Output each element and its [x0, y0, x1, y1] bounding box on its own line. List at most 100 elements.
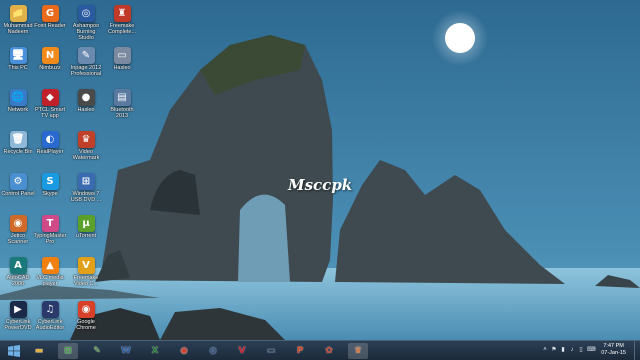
powerdvd-icon: ▶ — [9, 301, 27, 318]
powerpoint-icon[interactable]: P — [290, 343, 310, 359]
keyboard-icon[interactable]: ⌨ — [587, 347, 596, 354]
hasleo2-icon: ▭ — [113, 47, 131, 64]
chevron-up-icon[interactable]: ˄ — [542, 347, 548, 354]
desktop-shortcut-label: Video Watermark — [72, 149, 100, 161]
desktop-shortcut-label: Ashampoo Burning Studio — [72, 23, 100, 41]
desktop-shortcut[interactable]: µ uTorrent — [68, 212, 104, 254]
desktop-shortcut-label: CyberLink PowerDVD — [4, 319, 32, 331]
chrome-icon[interactable]: ◉ — [174, 343, 194, 359]
speaker-icon[interactable]: ♪ — [569, 347, 575, 354]
desktop-shortcut-label: Control Panel — [1, 191, 35, 197]
desktop-shortcut[interactable]: ◎ Ashampoo Burning Studio — [68, 2, 104, 44]
desktop-shortcut-label: Nimbuzz — [39, 65, 61, 71]
skype-icon: S — [41, 173, 59, 190]
desktop-shortcut-label: TypingMaster Pro — [33, 233, 67, 245]
chrome-icon: ◉ — [77, 301, 95, 318]
desktop-shortcut[interactable]: ◉ Google Chrome — [68, 298, 104, 340]
desktop-shortcut[interactable]: ▭ Hasleo — [104, 44, 140, 86]
network-tray-icon[interactable]: ▮ — [560, 347, 566, 354]
windows-usb-icon: ⊞ — [77, 173, 95, 190]
desktop-shortcut[interactable]: ▤ Bluetooth 2013 — [104, 86, 140, 128]
desktop-shortcut[interactable]: 📁 Muhammad Nadeem — [0, 2, 36, 44]
desktop-shortcut[interactable]: ♫ CyberLink AudioEditor — [32, 298, 68, 340]
computer-icon: 🖥 — [9, 47, 27, 64]
desktop-shortcut[interactable]: ⚙ Control Panel — [0, 170, 36, 212]
vlc-icon: ▲ — [41, 257, 59, 274]
freemake-icon: V — [77, 257, 95, 274]
desktop-shortcut[interactable]: 🌐 Network — [0, 86, 36, 128]
desktop-shortcut[interactable]: T TypingMaster Pro — [32, 212, 68, 254]
realplayer-icon: ◐ — [41, 131, 59, 148]
desktop-shortcut-label: This PC — [8, 65, 28, 71]
desktop-shortcut-label: Skype — [42, 191, 58, 197]
burning-studio-icon[interactable]: ◎ — [203, 343, 223, 359]
windows-store-icon[interactable]: ⊞ — [58, 343, 78, 359]
desktop-shortcut[interactable]: G Foxit Reader — [32, 2, 68, 44]
desktop-shortcut-label: Muhammad Nadeem — [3, 23, 33, 35]
show-desktop-button[interactable] — [634, 341, 640, 360]
desktop-shortcut-label: Network — [7, 107, 29, 113]
desktop-shortcut-label: Freemake Video C... — [73, 275, 99, 287]
desktop-shortcut[interactable]: S Skype — [32, 170, 68, 212]
clock[interactable]: 7:47 PM 07-Jan-15 — [601, 343, 626, 357]
desktop-shortcut-label: AutoCAD 2006 — [6, 275, 30, 287]
desktop-shortcut[interactable]: A AutoCAD 2006 — [0, 254, 36, 296]
desktop-shortcut-label: Freemake Complete... — [107, 23, 137, 35]
start-button[interactable] — [4, 343, 24, 359]
recycle-bin-icon: 🗑 — [9, 131, 27, 148]
watermark-text: Msccpk — [288, 176, 353, 194]
video-converter-icon[interactable]: V — [232, 343, 252, 359]
control-panel-icon: ⚙ — [9, 173, 27, 190]
desktop-shortcut[interactable]: ◉ Jetico Scanner — [0, 212, 36, 254]
desktop-shortcut[interactable]: ▶ CyberLink PowerDVD — [0, 298, 36, 340]
paint-icon[interactable]: ✿ — [319, 343, 339, 359]
hasleo-icon: ● — [77, 89, 95, 106]
burning-studio-icon: ◎ — [77, 5, 95, 22]
notepad-icon[interactable]: ✎ — [87, 343, 107, 359]
desktop-shortcut-label: Jetico Scanner — [7, 233, 29, 245]
desktop-shortcut-label: uTorrent — [75, 233, 97, 239]
system-tray: ˄ ⚑ ▮ ♪ ▯ ⌨ 7:47 PM 07-Jan-15 — [540, 341, 640, 360]
desktop-shortcut[interactable]: N Nimbuzz — [32, 44, 68, 86]
desktop-shortcut[interactable]: ♛ Video Watermark — [68, 128, 104, 170]
nimbuzz-icon: N — [41, 47, 59, 64]
desktop-shortcut-label: Google Chrome — [76, 319, 96, 331]
clock-time: 7:47 PM — [603, 343, 624, 349]
clock-date: 07-Jan-15 — [601, 350, 626, 356]
word-icon[interactable]: W — [116, 343, 136, 359]
desktop-shortcut[interactable]: 🖥 This PC — [0, 44, 36, 86]
desktop-shortcut-label: Recycle Bin — [3, 149, 33, 155]
typingmaster-icon: T — [41, 215, 59, 232]
desktop-shortcut[interactable]: ◐ RealPlayer — [32, 128, 68, 170]
battery-icon[interactable]: ▯ — [578, 347, 584, 354]
screen-recorder-icon[interactable]: ▭ — [261, 343, 281, 359]
windows-logo-icon — [8, 345, 20, 357]
desktop-shortcut[interactable]: ● Hasleo — [68, 86, 104, 128]
video-watermark-icon: ♛ — [77, 131, 95, 148]
desktop-shortcut[interactable]: V Freemake Video C... — [68, 254, 104, 296]
foxit-reader-icon: G — [41, 5, 59, 22]
file-explorer-icon[interactable]: ▬ — [29, 343, 49, 359]
desktop-shortcut-label: Inpage 2012 Professional — [70, 65, 102, 77]
desktop-shortcut[interactable]: ✎ Inpage 2012 Professional — [68, 44, 104, 86]
audio-editor-icon: ♫ — [41, 301, 59, 318]
desktop-shortcut-label: VLC media player — [36, 275, 64, 287]
flag-icon[interactable]: ⚑ — [551, 347, 557, 354]
desktop[interactable]: 📁 Muhammad Nadeem 🖥 This PC 🌐 Network 🗑 Recycle… — [0, 0, 640, 340]
desktop-shortcut[interactable]: ♜ Freemake Complete... — [104, 2, 140, 44]
scanner-icon: ◉ — [9, 215, 27, 232]
bluetooth-icon: ▤ — [113, 89, 131, 106]
video-watermark-icon[interactable]: ♛ — [348, 343, 368, 359]
desktop-shortcut[interactable]: 🗑 Recycle Bin — [0, 128, 36, 170]
desktop-shortcut-label: Foxit Reader — [34, 23, 66, 29]
taskbar: ▬ ⊞ ✎ W X ◉ ◎ V ▭ P ✿ ♛ ˄ ⚑ ▮ ♪ ▯ ⌨ 7:47 PM 07-Jan-15 — [0, 340, 640, 360]
freemake-complete-icon: ♜ — [113, 5, 131, 22]
excel-icon[interactable]: X — [145, 343, 165, 359]
desktop-shortcut[interactable]: ◆ PTCL Smart TV app — [32, 86, 68, 128]
desktop-shortcut[interactable]: ▲ VLC media player — [32, 254, 68, 296]
user-folder-icon: 📁 — [9, 5, 27, 22]
tv-app-icon: ◆ — [41, 89, 59, 106]
desktop-shortcut-label: Hasleo — [77, 107, 95, 113]
desktop-shortcut-label: Hasleo — [113, 65, 131, 71]
desktop-shortcut[interactable]: ⊞ Windows 7 USB DVD ... — [68, 170, 104, 212]
